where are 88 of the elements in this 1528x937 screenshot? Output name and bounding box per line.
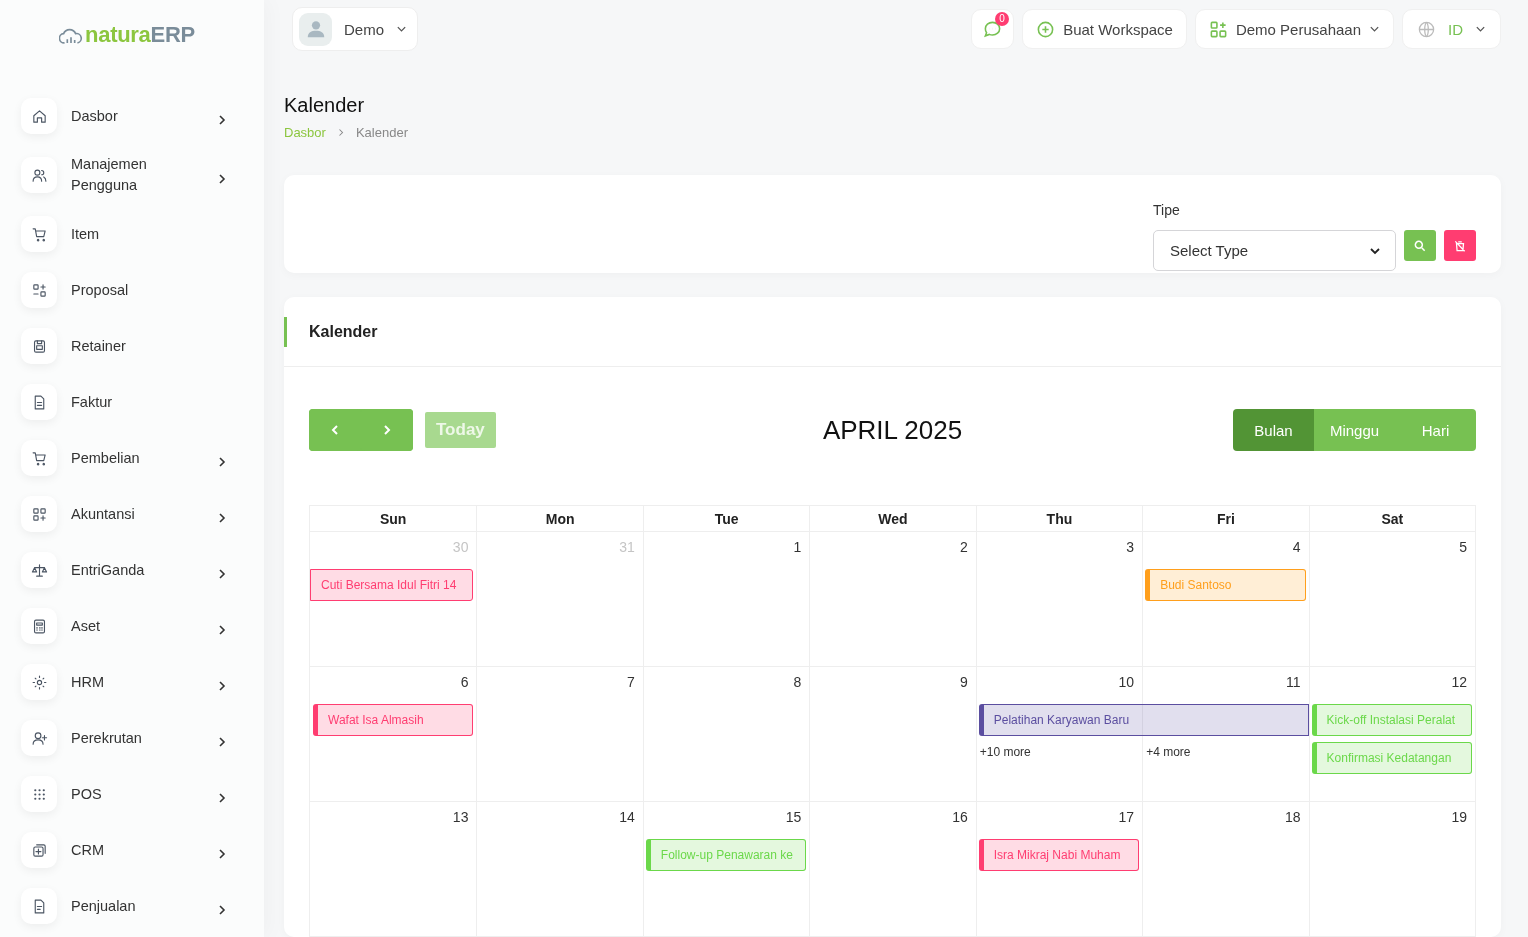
menu-icon bbox=[21, 328, 57, 364]
date-number: 2 bbox=[959, 538, 969, 557]
date-number: 7 bbox=[627, 673, 636, 692]
menu-icon bbox=[21, 720, 57, 756]
more-events-link[interactable]: +4 more bbox=[1146, 742, 1191, 762]
menu-icon bbox=[21, 216, 57, 252]
trash-off-icon bbox=[1453, 238, 1467, 253]
date-number: 4 bbox=[1292, 538, 1302, 557]
date-number: 31 bbox=[619, 538, 636, 557]
date-number: 18 bbox=[1285, 808, 1302, 827]
menu-icon bbox=[21, 157, 57, 193]
chevron-right-icon bbox=[381, 424, 393, 436]
date-number: 12 bbox=[1451, 673, 1468, 692]
notification-badge: 0 bbox=[995, 12, 1010, 27]
clear-filter-button[interactable] bbox=[1444, 230, 1476, 262]
search-icon bbox=[1413, 238, 1427, 253]
logo-text: naturaERP bbox=[85, 22, 195, 48]
menu-icon bbox=[21, 98, 57, 134]
date-number: 30 bbox=[452, 538, 470, 557]
menu-icon bbox=[21, 440, 57, 476]
breadcrumb-current: Kalender bbox=[355, 125, 408, 141]
menu-icon bbox=[21, 384, 57, 420]
card-title: Kalender bbox=[284, 316, 378, 347]
sidebar-item[interactable]: Dasbor bbox=[21, 98, 226, 134]
sidebar-item[interactable]: POS bbox=[21, 776, 226, 812]
sidebar-item[interactable]: Faktur bbox=[21, 384, 226, 420]
date-number: 19 bbox=[1451, 808, 1468, 827]
page-title: Kalender bbox=[284, 93, 366, 118]
avatar-icon bbox=[299, 12, 332, 46]
menu-icon bbox=[21, 832, 57, 868]
date-number: 14 bbox=[619, 808, 636, 827]
caret-down-icon bbox=[396, 25, 407, 34]
caret-down-icon bbox=[1475, 25, 1486, 34]
sidebar-item[interactable]: Penjualan bbox=[21, 888, 226, 924]
more-events-link[interactable]: +10 more bbox=[979, 742, 1031, 762]
sidebar-item[interactable]: HRM bbox=[21, 664, 226, 700]
create-workspace-button[interactable]: Buat Workspace bbox=[1022, 9, 1187, 50]
date-number: 11 bbox=[1286, 673, 1302, 692]
weekday-header: Mon bbox=[476, 506, 643, 532]
date-number: 13 bbox=[452, 808, 470, 827]
field-label: Tipe bbox=[1153, 202, 1181, 219]
grid-plus-icon bbox=[1208, 19, 1228, 39]
sidebar-item[interactable]: Proposal bbox=[21, 272, 226, 308]
caret-down-icon bbox=[1369, 25, 1380, 34]
menu-icon bbox=[21, 776, 57, 812]
weekday-header: Thu bbox=[975, 506, 1143, 532]
plus-circle-icon bbox=[1036, 19, 1056, 39]
menu-icon bbox=[21, 888, 57, 924]
sidebar-item[interactable]: Retainer bbox=[21, 328, 226, 364]
date-number: 15 bbox=[785, 808, 803, 827]
date-number: 9 bbox=[959, 673, 969, 692]
date-number: 17 bbox=[1118, 808, 1136, 827]
weekday-header: Fri bbox=[1142, 506, 1309, 532]
menu-icon bbox=[21, 608, 57, 644]
sidebar-item[interactable]: EntriGanda bbox=[21, 552, 226, 588]
company-dropdown[interactable]: Demo Perusahaan bbox=[1194, 9, 1394, 50]
weekday-header: Sun bbox=[310, 506, 477, 532]
weekday-header: Sat bbox=[1308, 506, 1475, 532]
view-tab[interactable]: Bulan bbox=[1233, 409, 1314, 451]
sidebar-item[interactable]: CRM bbox=[21, 832, 226, 868]
user-menu-button[interactable]: Demo bbox=[292, 7, 418, 52]
type-select[interactable]: Select Type bbox=[1153, 230, 1396, 272]
calendar-title: APRIL 2025 bbox=[822, 414, 963, 446]
sidebar-item[interactable]: Akuntansi bbox=[21, 496, 226, 532]
chevron-left-icon bbox=[329, 424, 341, 436]
menu-icon bbox=[21, 272, 57, 308]
date-number: 6 bbox=[460, 673, 470, 692]
date-number: 3 bbox=[1126, 538, 1136, 557]
date-number: 5 bbox=[1459, 538, 1468, 557]
globe-icon bbox=[1417, 19, 1436, 39]
weekday-header: Wed bbox=[809, 506, 976, 532]
date-number: 16 bbox=[952, 808, 969, 827]
sidebar-item[interactable]: Item bbox=[21, 216, 226, 252]
chevron-right-icon bbox=[337, 128, 344, 138]
calendar-event[interactable]: Pelatihan Karyawan Baru bbox=[978, 704, 1309, 736]
menu-icon bbox=[21, 552, 57, 588]
weekday-header: Tue bbox=[642, 506, 810, 532]
date-number: 1 bbox=[793, 538, 803, 557]
date-number: 10 bbox=[1118, 673, 1136, 692]
sidebar-item[interactable]: Manajemen Pengguna bbox=[21, 154, 226, 196]
sidebar-item[interactable]: Pembelian bbox=[21, 440, 226, 476]
caret-down-icon bbox=[1369, 246, 1381, 255]
date-number: 8 bbox=[793, 673, 803, 692]
sidebar-item[interactable]: Perekrutan bbox=[21, 720, 226, 756]
search-button[interactable] bbox=[1404, 230, 1436, 262]
menu-icon bbox=[21, 664, 57, 700]
menu-icon bbox=[21, 496, 57, 532]
sidebar-item[interactable]: Aset bbox=[21, 608, 226, 644]
